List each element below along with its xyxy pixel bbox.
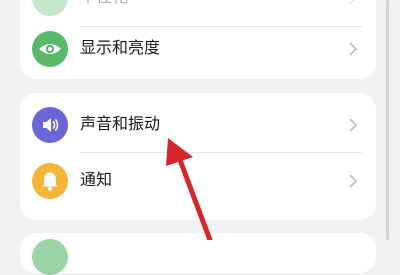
chevron-right-icon [344,0,362,7]
speaker-icon [32,107,68,143]
settings-item-label: 个性化 [80,0,128,8]
settings-group-1: 个性化 显示和亮度 [20,0,376,79]
bell-icon [32,163,68,199]
chevron-right-icon [344,116,362,134]
settings-item-label: 通知 [80,170,113,189]
settings-group-3 [20,233,376,275]
scrollbar[interactable] [386,0,389,240]
settings-item-label: 显示和亮度 [80,38,161,57]
settings-item-label: 声音和振动 [80,114,161,133]
settings-item-sound-vibration[interactable]: 声音和振动 [20,97,376,153]
chevron-right-icon [344,40,362,58]
settings-item-icon [32,239,68,275]
personalize-icon [32,0,68,16]
settings-item-display-brightness[interactable]: 显示和亮度 [20,21,376,77]
settings-item-notifications[interactable]: 通知 [20,153,376,209]
chevron-right-icon [344,172,362,190]
settings-group-2: 声音和振动 通知 [20,93,376,220]
eye-icon [32,31,68,67]
